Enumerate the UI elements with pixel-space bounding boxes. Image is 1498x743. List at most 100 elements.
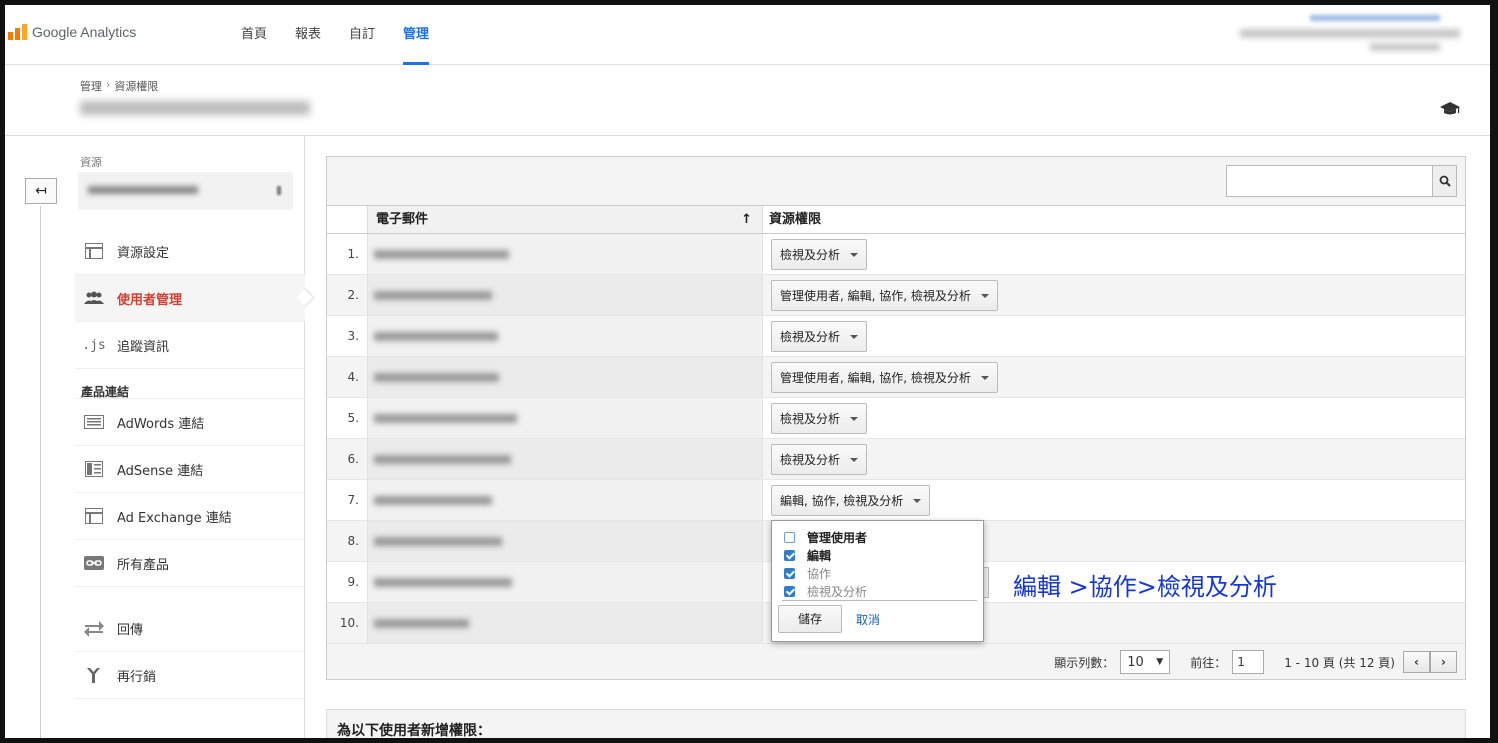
page-title-redacted: [80, 101, 310, 115]
page-info: 1 - 10 頁 (共 12 頁): [1284, 655, 1395, 670]
users-icon: [84, 291, 104, 304]
sidebar-item-postbacks[interactable]: 回傳: [75, 605, 305, 652]
popup-divider: [782, 600, 977, 601]
permission-dropdown[interactable]: 檢視及分析: [771, 321, 868, 352]
breadcrumb-admin[interactable]: 管理: [80, 78, 102, 94]
caret-down-icon: [850, 252, 859, 257]
permission-dropdown-open[interactable]: 編輯, 協作, 檢視及分析: [771, 485, 931, 516]
permission-dropdown[interactable]: 檢視及分析: [771, 403, 868, 434]
sidebar-item-adwords[interactable]: AdWords 連結: [75, 399, 305, 446]
checkbox-checked[interactable]: [784, 586, 795, 597]
permission-dropdown[interactable]: 檢視及分析: [771, 444, 868, 475]
option-label: 編輯: [807, 549, 832, 563]
table-row: 2. 管理使用者, 編輯, 協作, 檢視及分析: [327, 275, 1465, 316]
next-page-button[interactable]: ›: [1430, 651, 1457, 673]
nav-customize[interactable]: 自訂: [335, 5, 389, 65]
caret-down-icon: [980, 293, 989, 298]
search-box: [1226, 165, 1457, 197]
rows-per-page-select[interactable]: 10 ▼: [1120, 650, 1171, 674]
layout-box-icon: [85, 243, 103, 259]
email-redacted: [367, 562, 763, 602]
table-row: 7. 編輯, 協作, 檢視及分析: [327, 480, 1465, 521]
permission-dropdown[interactable]: 管理使用者, 編輯, 協作, 檢視及分析: [771, 280, 998, 311]
sidebar-item-adsense[interactable]: AdSense 連結: [75, 446, 305, 493]
goto-page-input[interactable]: 1: [1232, 650, 1265, 674]
nav-home[interactable]: 首頁: [227, 5, 281, 65]
caret-down-icon: [850, 334, 859, 339]
layout-box-icon: [85, 508, 103, 524]
chevron-right-icon: ›: [1441, 655, 1446, 669]
nav-reports[interactable]: 報表: [281, 5, 335, 65]
option-read-analyze[interactable]: 檢視及分析: [784, 583, 867, 600]
cancel-link[interactable]: 取消: [856, 611, 880, 628]
sidebar-item-label: 資源設定: [117, 245, 170, 261]
sort-up-icon: ↑: [741, 212, 752, 227]
caret-down-icon: [913, 498, 922, 503]
row-number: 5.: [347, 411, 359, 425]
nav-admin[interactable]: 管理: [389, 5, 443, 65]
col-email-label: 電子郵件: [376, 212, 429, 227]
sidebar-item-all-products[interactable]: 所有產品: [75, 540, 305, 587]
row-number: 8.: [347, 534, 359, 548]
permission-value: 檢視及分析: [780, 330, 841, 344]
checkbox-checked[interactable]: [784, 550, 795, 561]
email-redacted: [367, 521, 763, 561]
row-number: 1.: [347, 247, 359, 261]
option-manage-users[interactable]: 管理使用者: [784, 529, 867, 546]
table-row: 1. 檢視及分析: [327, 234, 1465, 275]
caret-down-icon: [850, 457, 859, 462]
rows-label: 顯示列數：: [1054, 655, 1115, 670]
sidebar-item-user-management[interactable]: 使用者管理: [75, 275, 305, 322]
option-edit[interactable]: 編輯: [784, 547, 831, 564]
row-number: 3.: [347, 329, 359, 343]
search-input[interactable]: [1226, 165, 1433, 197]
col-permissions-header[interactable]: 資源權限: [763, 206, 1465, 233]
breadcrumb-separator: ›: [106, 78, 111, 91]
sidebar-item-label: 使用者管理: [117, 292, 183, 308]
sidebar-item-label: Ad Exchange 連結: [117, 510, 232, 526]
sidebar-item-label: AdSense 連結: [117, 463, 204, 479]
search-button[interactable]: [1433, 165, 1457, 197]
permission-options-popup: 管理使用者 編輯 協作 檢視及分析 儲存 取消: [771, 520, 984, 642]
sidebar-item-label: AdWords 連結: [117, 416, 205, 432]
option-collaborate[interactable]: 協作: [784, 565, 831, 582]
sidebar-item-property-settings[interactable]: 資源設定: [75, 228, 305, 275]
goto-label: 前往：: [1190, 655, 1227, 670]
checkbox-unchecked[interactable]: [784, 532, 795, 543]
email-redacted: [367, 357, 763, 397]
window-frame: Google Analytics 首頁 報表 自訂 管理 管理 › 資源權限 ↤…: [0, 0, 1498, 743]
save-button[interactable]: 儲存: [778, 605, 842, 633]
permission-value: 檢視及分析: [780, 412, 841, 426]
permission-value: 管理使用者, 編輯, 協作, 檢視及分析: [780, 289, 971, 303]
checkbox-checked[interactable]: [784, 568, 795, 579]
ga-logo[interactable]: Google Analytics: [8, 24, 136, 40]
rows-value: 10: [1127, 654, 1144, 670]
graduation-cap-icon[interactable]: [1440, 102, 1460, 116]
row-number: 7.: [347, 493, 359, 507]
table-row: 3. 檢視及分析: [327, 316, 1465, 357]
table-header: 電子郵件 ↑ 資源權限: [327, 206, 1465, 234]
row-number: 6.: [347, 452, 359, 466]
add-permissions-title: 為以下使用者新增權限：: [337, 723, 491, 739]
caret-down-icon: [850, 416, 859, 421]
sidebar-item-label: 回傳: [117, 622, 144, 638]
sidebar-item-remarketing[interactable]: 再行銷: [75, 652, 305, 699]
prev-page-button[interactable]: ‹: [1403, 651, 1430, 673]
back-arrow-button[interactable]: ↤: [25, 178, 57, 204]
permission-dropdown[interactable]: 管理使用者, 編輯, 協作, 檢視及分析: [771, 362, 998, 393]
js-icon: .js: [82, 337, 106, 353]
sidebar-item-ad-exchange[interactable]: Ad Exchange 連結: [75, 493, 305, 540]
annotation-text: 編輯 >協作>檢視及分析: [1013, 573, 1277, 601]
option-label: 協作: [807, 567, 832, 581]
sidebar-item-tracking-info[interactable]: .js 追蹤資訊: [75, 322, 305, 369]
col-email-header[interactable]: 電子郵件 ↑: [367, 206, 763, 233]
logo-text: Google Analytics: [32, 24, 137, 40]
add-permissions-panel: 為以下使用者新增權限：: [326, 709, 1466, 739]
permission-dropdown[interactable]: 檢視及分析: [771, 239, 868, 270]
resource-selector[interactable]: [78, 172, 293, 210]
account-info-redacted[interactable]: [1230, 13, 1460, 55]
dropdown-arrow-icon: ▼: [1156, 657, 1164, 667]
email-redacted: [367, 398, 763, 438]
search-icon: [1439, 175, 1451, 187]
row-number: 10.: [339, 616, 359, 630]
